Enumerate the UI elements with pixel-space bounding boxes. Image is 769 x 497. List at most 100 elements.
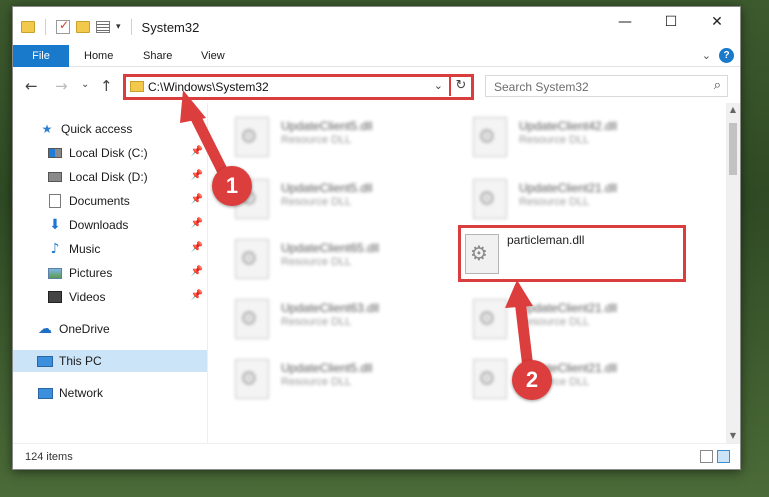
vertical-scrollbar[interactable]: ▲ ▼: [726, 103, 740, 443]
target-file-name: particleman.dll: [507, 233, 585, 247]
sidebar-item-label: Music: [69, 242, 101, 256]
recent-locations-button[interactable]: ⌄: [81, 79, 89, 90]
address-path[interactable]: C:\Windows\System32: [148, 80, 269, 94]
new-folder-icon[interactable]: [76, 21, 90, 33]
file-item[interactable]: UpdateClient21.dll Resource DLL: [455, 291, 665, 339]
folder-icon: [130, 81, 144, 92]
pin-icon[interactable]: 📌: [191, 218, 203, 229]
properties-icon[interactable]: [96, 21, 110, 33]
cloud-icon: ☁: [38, 321, 52, 337]
dll-file-icon: [235, 239, 269, 279]
target-file-highlight[interactable]: particleman.dll: [458, 225, 686, 282]
minimize-button[interactable]: —: [602, 7, 648, 37]
file-item[interactable]: UpdateClient21.dll Resource DLL: [455, 171, 665, 219]
sidebar-item-this-pc[interactable]: This PC: [13, 350, 207, 372]
window-title: System32: [141, 19, 200, 35]
status-bar: 124 items: [13, 443, 740, 469]
sidebar-item-label: This PC: [59, 354, 102, 368]
music-icon: ♪: [50, 241, 60, 257]
forward-button[interactable]: →: [55, 77, 68, 95]
address-dropdown-icon[interactable]: ⌄: [434, 79, 443, 92]
file-item[interactable]: UpdateClient21.dll Resource DLL: [455, 351, 665, 399]
window-controls: — ☐ ✕: [602, 7, 740, 37]
pin-icon[interactable]: 📌: [191, 266, 203, 277]
file-type: Resource DLL: [281, 196, 352, 208]
sidebar-item-documents[interactable]: Documents 📌: [13, 190, 207, 212]
scroll-down-icon[interactable]: ▼: [726, 429, 740, 443]
sidebar-item-label: Network: [59, 386, 104, 400]
dll-file-icon: [473, 299, 507, 339]
tab-file[interactable]: File: [13, 45, 69, 67]
file-name: UpdateClient63.dll: [281, 301, 380, 315]
file-type: Resource DLL: [281, 256, 352, 268]
drive-icon: [48, 172, 62, 182]
pin-icon[interactable]: 📌: [191, 242, 203, 253]
dll-file-icon: [465, 234, 499, 274]
toolbar-divider: [45, 19, 46, 35]
file-item[interactable]: UpdateClient5.dll Resource DLL: [217, 351, 427, 399]
view-toggle: [700, 450, 730, 463]
up-button[interactable]: ↑: [100, 77, 113, 95]
ribbon-right-controls: ⌄ ?: [702, 48, 734, 63]
file-item[interactable]: UpdateClient65.dll Resource DLL: [217, 231, 427, 279]
tab-share[interactable]: Share: [143, 45, 172, 67]
picture-icon: [48, 267, 62, 279]
file-item[interactable]: UpdateClient42.dll Resource DLL: [455, 109, 665, 157]
sidebar-item-label: Documents: [69, 194, 130, 208]
scroll-thumb[interactable]: [729, 123, 737, 175]
file-item[interactable]: UpdateClient5.dll Resource DLL: [217, 109, 427, 157]
sidebar-item-label: Local Disk (D:): [69, 170, 148, 184]
pin-icon[interactable]: 📌: [191, 170, 203, 181]
sidebar-item-pictures[interactable]: Pictures 📌: [13, 262, 207, 284]
dll-file-icon: [473, 179, 507, 219]
sidebar-item-quick-access[interactable]: ★ Quick access: [13, 118, 207, 140]
help-icon[interactable]: ?: [719, 48, 734, 63]
navigation-bar: ← → ⌄ ↑ C:\Windows\System32 ⌄ ↻ Search S…: [13, 71, 740, 101]
step-2-badge: 2: [512, 360, 552, 400]
search-input[interactable]: Search System32 ⌕: [485, 75, 728, 97]
file-type: Resource DLL: [519, 134, 590, 146]
sidebar-item-local-disk-d[interactable]: Local Disk (D:) 📌: [13, 166, 207, 188]
video-icon: [48, 291, 62, 303]
file-item[interactable]: UpdateClient63.dll Resource DLL: [217, 291, 427, 339]
tab-view[interactable]: View: [201, 45, 225, 67]
search-icon[interactable]: ⌕: [714, 78, 721, 93]
sidebar-item-onedrive[interactable]: ☁ OneDrive: [13, 318, 207, 340]
sidebar-item-music[interactable]: ♪ Music 📌: [13, 238, 207, 260]
sidebar-item-network[interactable]: Network: [13, 382, 207, 404]
dll-file-icon: [235, 299, 269, 339]
back-button[interactable]: ←: [25, 77, 38, 95]
properties-check-icon[interactable]: [56, 18, 70, 34]
tab-home[interactable]: Home: [84, 45, 113, 67]
dll-file-icon: [473, 359, 507, 399]
refresh-button[interactable]: ↻: [449, 76, 471, 96]
scroll-up-icon[interactable]: ▲: [726, 103, 740, 117]
sidebar-item-downloads[interactable]: ⬇ Downloads 📌: [13, 214, 207, 236]
file-name: UpdateClient21.dll: [519, 181, 618, 195]
address-bar[interactable]: C:\Windows\System32 ⌄ ↻: [123, 74, 474, 100]
sidebar-item-local-disk-c[interactable]: Local Disk (C:) 📌: [13, 142, 207, 164]
large-icons-view-icon[interactable]: [717, 450, 730, 463]
ribbon-collapse-icon[interactable]: ⌄: [702, 49, 711, 62]
file-name: UpdateClient5.dll: [281, 119, 373, 133]
pin-icon[interactable]: 📌: [191, 194, 203, 205]
maximize-button[interactable]: ☐: [648, 7, 694, 37]
pin-icon[interactable]: 📌: [191, 290, 203, 301]
details-view-icon[interactable]: [700, 450, 713, 463]
file-type: Resource DLL: [281, 316, 352, 328]
dll-file-icon: [235, 117, 269, 157]
sidebar-item-videos[interactable]: Videos 📌: [13, 286, 207, 308]
sidebar-item-label: Videos: [69, 290, 106, 304]
drive-icon: [48, 148, 62, 158]
sidebar-item-label: Quick access: [61, 122, 133, 136]
file-name: UpdateClient5.dll: [281, 181, 373, 195]
network-icon: [37, 387, 53, 399]
file-type: Resource DLL: [519, 196, 590, 208]
file-name: UpdateClient42.dll: [519, 119, 618, 133]
item-count: 124 items: [25, 451, 73, 463]
pin-icon[interactable]: 📌: [191, 146, 203, 157]
folder-icon: [21, 21, 35, 33]
file-name: UpdateClient5.dll: [281, 361, 373, 375]
toolbar-dropdown-icon[interactable]: ▾: [116, 22, 121, 32]
close-button[interactable]: ✕: [694, 7, 740, 37]
